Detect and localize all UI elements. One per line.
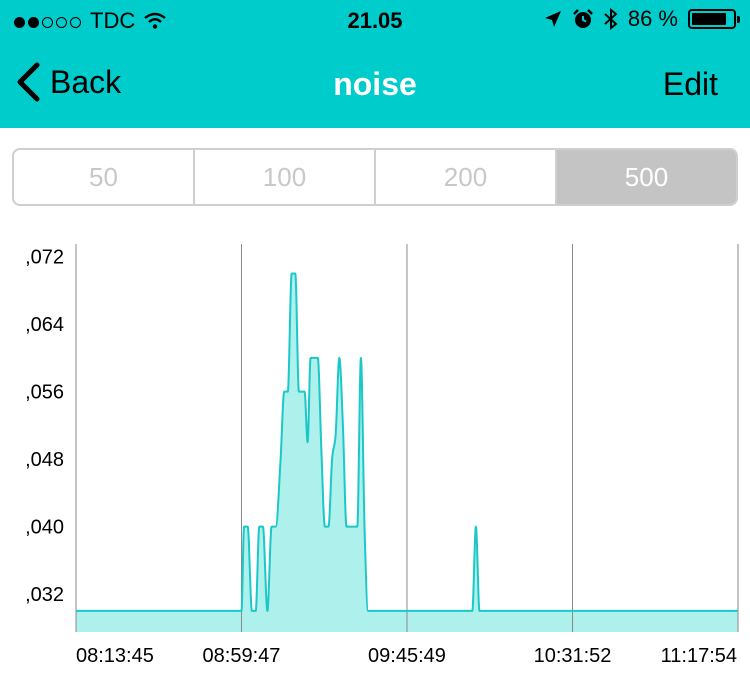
noise-chart: ,032 ,040 ,048 ,056 ,064 ,072 08:13:45 08:59:47…: [25, 244, 739, 667]
status-right: 86 %: [544, 6, 740, 32]
x-tick-label: 11:17:54: [661, 645, 737, 667]
battery-fill: [692, 13, 727, 25]
segment-50[interactable]: 50: [14, 150, 195, 204]
x-tick-label: 09:45:49: [368, 645, 446, 667]
x-tick-label: 08:13:45: [76, 645, 154, 667]
sample-count-selector: 50 100 200 500: [12, 148, 738, 206]
battery-percent: 86 %: [627, 6, 678, 31]
bluetooth-icon: [604, 8, 618, 30]
y-tick-label: ,048: [25, 449, 64, 471]
y-tick-label: ,072: [25, 247, 64, 269]
alarm-clock-icon: [572, 9, 593, 28]
segment-100[interactable]: 100: [195, 150, 376, 204]
x-tick-label: 10:31:52: [534, 645, 612, 667]
x-tick-label: 08:59:47: [203, 645, 281, 667]
y-tick-label: ,056: [25, 382, 64, 404]
segment-500[interactable]: 500: [557, 150, 736, 204]
edit-button[interactable]: Edit: [663, 66, 718, 103]
y-tick-label: ,064: [25, 314, 64, 336]
y-tick-label: ,032: [25, 584, 64, 606]
segment-200[interactable]: 200: [376, 150, 557, 204]
y-tick-label: ,040: [25, 517, 64, 539]
status-bar: TDC 21.05 86 %: [0, 0, 750, 40]
location-arrow-icon: [544, 11, 561, 27]
chevron-left-icon: [17, 62, 40, 102]
navigation-bar: Back noise Edit: [0, 44, 750, 128]
battery-tip: [737, 16, 740, 23]
battery-icon: [688, 9, 740, 29]
back-button[interactable]: Back: [16, 62, 121, 102]
back-label: Back: [50, 63, 122, 100]
app-header: TDC 21.05 86 % Back noise Edit: [0, 0, 750, 128]
